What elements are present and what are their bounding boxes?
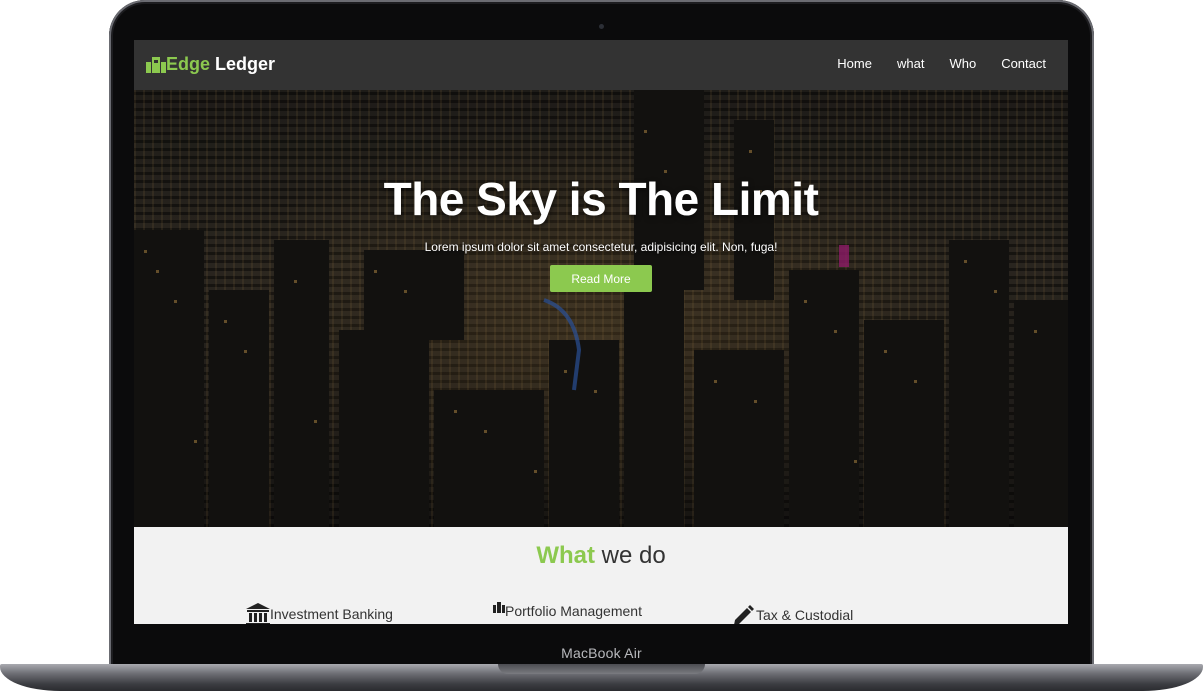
laptop-notch [498, 664, 705, 674]
device-model-label: MacBook Air [561, 645, 642, 661]
building-icon [146, 56, 166, 73]
service-tax-custodial[interactable]: Tax & Custodial [732, 603, 853, 624]
bank-icon [246, 603, 270, 624]
read-more-button[interactable]: Read More [550, 265, 652, 292]
screen: Edge Ledger Home what Who Contact The Sk… [134, 40, 1068, 624]
camera-icon [599, 24, 604, 29]
hero-subtitle: Lorem ipsum dolor sit amet consectetur, … [424, 240, 778, 254]
service-label: Investment Banking [270, 606, 393, 622]
service-label: Portfolio Management [505, 603, 642, 619]
pencil-icon [732, 603, 756, 624]
section-title-rest: we do [601, 542, 666, 569]
map-icon [493, 602, 505, 614]
section-title-accent: What [536, 542, 595, 569]
brand-accent-text: Edge [166, 54, 211, 74]
hero-overlay [134, 90, 1068, 527]
brand-rest-text: Ledger [215, 54, 276, 74]
hero-section: The Sky is The Limit Lorem ipsum dolor s… [134, 90, 1068, 527]
nav-link-contact[interactable]: Contact [1001, 56, 1046, 71]
what-we-do-section: What we do Investment Banking Portfolio … [134, 527, 1068, 624]
service-portfolio-management[interactable]: Portfolio Management [493, 602, 642, 619]
nav-link-what[interactable]: what [897, 56, 924, 71]
navbar: Edge Ledger Home what Who Contact [134, 40, 1068, 90]
hero-title: The Sky is The Limit [383, 173, 819, 225]
section-title: What we do [134, 542, 1068, 570]
service-label: Tax & Custodial [756, 607, 854, 623]
nav-link-home[interactable]: Home [837, 56, 872, 71]
nav-links: Home what Who Contact [812, 56, 1046, 71]
nav-link-who[interactable]: Who [949, 56, 976, 71]
brand-logo[interactable]: Edge Ledger [146, 54, 275, 75]
service-investment-banking[interactable]: Investment Banking [246, 603, 393, 624]
